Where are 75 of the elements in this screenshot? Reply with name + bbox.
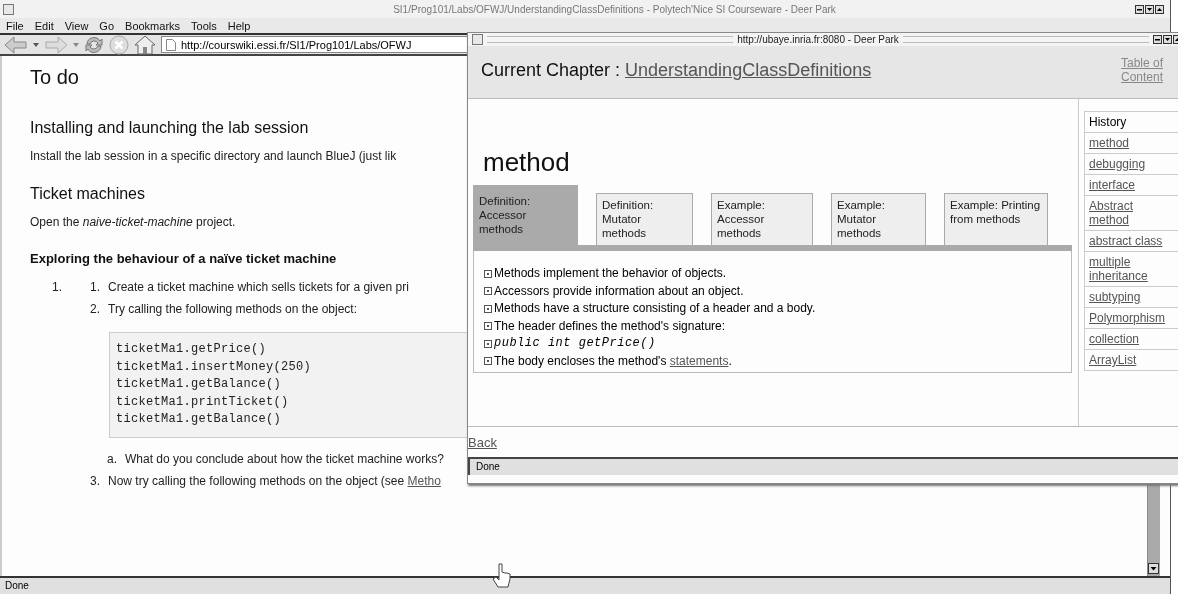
window-title: SI1/Prog101/Labs/OFWJ/UnderstandingClassDefinitions - Polytech'Nice SI Courseware - Deer Park [392, 3, 837, 15]
sidebar-link[interactable]: abstract class [1084, 231, 1178, 252]
page-heading: To do [30, 66, 79, 89]
bullet-text: Accessors provide information about an object. [494, 282, 744, 300]
tab[interactable]: Definition: Mutator methods [596, 193, 693, 245]
sidebar-link[interactable]: Abstract method [1084, 196, 1178, 231]
chapter-label: Current Chapter : [481, 60, 621, 81]
sidebar-link[interactable]: multiple inheritance [1084, 252, 1178, 287]
window-menu-icon[interactable] [472, 34, 483, 45]
code-text: public int getPrice() [494, 335, 656, 352]
list-item-text: Now try calling the following methods on the object (see Metho [108, 473, 441, 490]
page-icon [166, 38, 176, 51]
tab[interactable]: Example: Mutator methods [831, 193, 926, 245]
maximize-icon[interactable] [1155, 4, 1164, 14]
home-icon[interactable] [134, 34, 156, 55]
menu-item[interactable]: Edit [34, 19, 54, 32]
back-link[interactable]: Back [468, 435, 497, 450]
reload-icon[interactable] [84, 34, 104, 55]
bullet-text: Methods have a structure consisting of a header and a body. [494, 300, 816, 317]
section-heading: Installing and launching the lab session [30, 119, 309, 137]
shade-icon[interactable] [1163, 35, 1172, 44]
shade-icon[interactable] [1145, 4, 1154, 14]
bullet-icon [484, 322, 492, 331]
title-bar-grip[interactable] [487, 36, 734, 43]
paragraph: Install the lab session in a specific directory and launch BlueJ (just lik [30, 149, 397, 163]
menu-item[interactable]: Tools [191, 19, 217, 32]
subsection-heading: Exploring the behaviour of a naïve ticket machine [30, 251, 337, 266]
bullet-text: Methods implement the behavior of objects. [494, 265, 727, 282]
sidebar-link[interactable]: ArrayList [1084, 350, 1178, 371]
dropdown-caret-icon[interactable] [73, 42, 79, 47]
list-item-text: Create a ticket machine which sells tickets for a given pri [108, 280, 409, 296]
menu-item[interactable]: File [6, 19, 24, 32]
bullet-icon [484, 304, 492, 313]
list-number: 3. [90, 473, 101, 490]
sidebar-heading: History [1084, 111, 1178, 133]
bullet-icon [484, 287, 492, 296]
sidebar-link[interactable]: Polymorphism [1084, 308, 1178, 329]
tab[interactable]: Example: Accessor methods [711, 193, 813, 245]
scroll-down-icon[interactable] [1148, 563, 1159, 574]
paragraph: Open the naive-ticket-machine project. [30, 215, 236, 229]
bullet-text: The header defines the method's signature: [494, 317, 726, 335]
menu-item[interactable]: Go [99, 19, 115, 32]
tab[interactable]: Example: Printing from methods [944, 193, 1048, 245]
minimize-icon[interactable] [1135, 4, 1144, 14]
sidebar-link[interactable]: debugging [1084, 154, 1178, 175]
stop-icon[interactable] [109, 34, 129, 55]
menu-item[interactable]: View [64, 19, 89, 32]
list-number: 1. [90, 280, 101, 296]
status-bar: Done [468, 457, 1178, 475]
topic-heading: method [482, 146, 571, 179]
chapter-link[interactable]: UnderstandingClassDefinitions [625, 60, 872, 81]
bullet-icon [484, 357, 492, 366]
bullet-text: The body encloses the method's statements. [494, 352, 732, 370]
list-item-text: What do you conclude about how the ticket machine works? [125, 451, 444, 468]
sidebar-link[interactable]: subtyping [1084, 287, 1178, 308]
window-menu-icon[interactable] [3, 3, 14, 15]
title-bar-grip[interactable] [902, 36, 1149, 43]
sidebar-link[interactable]: method [1084, 133, 1178, 154]
methods-link[interactable]: Metho [407, 473, 441, 488]
window-title: http://ubaye.inria.fr:8080 - Deer Park [737, 34, 899, 45]
list-number: 2. [90, 302, 101, 318]
menu-item[interactable]: Help [227, 19, 251, 32]
dropdown-caret-icon[interactable] [33, 42, 39, 47]
list-number: a. [107, 451, 118, 468]
list-item-text: Try calling the following methods on the object: [108, 302, 358, 318]
menu-item[interactable]: Bookmarks [125, 19, 181, 32]
tab[interactable]: Definition: Accessor methods [473, 185, 578, 245]
section-heading: Ticket machines [30, 185, 145, 203]
status-bar: Done [0, 576, 1170, 594]
bullet-icon [484, 339, 492, 348]
sidebar-link[interactable]: interface [1084, 175, 1178, 196]
minimize-icon[interactable] [1153, 35, 1162, 44]
sidebar-link[interactable]: collection [1084, 329, 1178, 350]
list-number: 1. [51, 280, 63, 296]
bullet-icon [484, 269, 492, 278]
